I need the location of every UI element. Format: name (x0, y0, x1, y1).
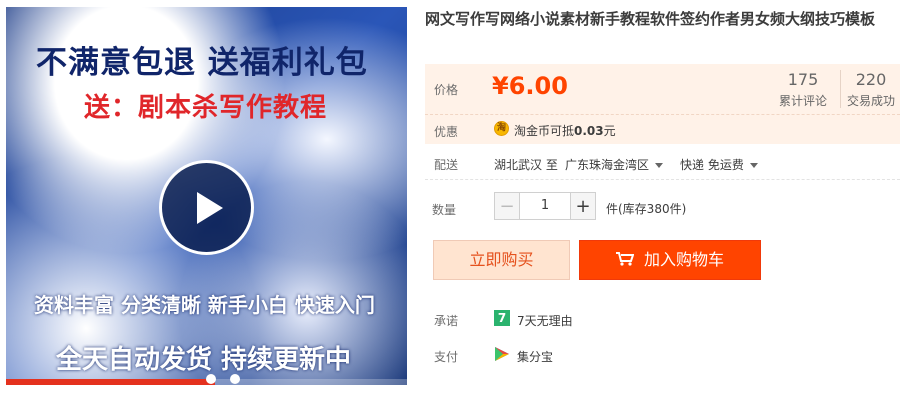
seven-day-return-icon: 7 (494, 310, 510, 326)
progress-dot[interactable] (206, 374, 216, 384)
video-caption-4: 全天自动发货 持续更新中 (56, 345, 352, 375)
stock-text: 件(库存380件) (606, 202, 687, 216)
price-value: ¥6.00 (492, 72, 568, 100)
add-to-cart-label: 加入购物车 (643, 250, 724, 269)
play-icon[interactable] (159, 160, 254, 255)
review-count[interactable]: 175 累计评论 (769, 70, 837, 109)
increase-button[interactable]: + (570, 192, 596, 220)
product-title: 网文写作写网络小说素材新手教程软件签约作者男女频大纲技巧模板 (425, 10, 876, 28)
video-caption-3: 资料丰富 分类清晰 新手小白 快速入门 (34, 293, 375, 317)
video-caption-1: 不满意包退 送福利礼包 (36, 45, 368, 81)
price-panel: 价格 ¥6.00 175 累计评论 220 交易成功 (425, 64, 900, 114)
jifenbao-icon (495, 347, 509, 361)
divider (840, 70, 841, 108)
quantity-label: 数量 (432, 203, 457, 217)
payment-text[interactable]: 集分宝 (517, 348, 553, 365)
quantity-input[interactable]: 1 (520, 192, 570, 220)
promotion-row: 优惠 淘 淘金币可抵0.03元 (425, 114, 900, 144)
product-detail: 不满意包退 送福利礼包 送：剧本杀写作教程 资料丰富 分类清晰 新手小白 快速入… (0, 0, 901, 405)
shipping-row: 配送 湖北武汉 至 广东珠海金湾区 快递 免运费 (425, 148, 900, 180)
promise-label: 承诺 (434, 314, 459, 328)
promise-text[interactable]: 7天无理由 (517, 312, 573, 329)
chevron-down-icon (749, 163, 758, 168)
add-to-cart-button[interactable]: 加入购物车 (579, 240, 761, 280)
ship-from: 湖北武汉 至 (494, 158, 558, 172)
promo-text: 淘金币可抵0.03元 (514, 124, 616, 138)
video-caption-2: 送：剧本杀写作教程 (84, 93, 328, 123)
video-progress-handles (206, 374, 240, 384)
taojinbi-coin-icon: 淘 (494, 121, 509, 136)
payment-label: 支付 (434, 350, 459, 364)
cart-icon (615, 251, 634, 266)
shipping-label: 配送 (434, 158, 459, 172)
quantity-stepper: − 1 + (494, 192, 596, 220)
promo-label: 优惠 (434, 125, 459, 139)
video-progress-fill (6, 379, 215, 385)
decrease-button[interactable]: − (494, 192, 520, 220)
shipping-method-selector[interactable]: 快递 免运费 (680, 156, 758, 173)
sales-count: 220 交易成功 (846, 70, 895, 108)
ship-to-selector[interactable]: 广东珠海金湾区 (565, 156, 664, 173)
product-video[interactable]: 不满意包退 送福利礼包 送：剧本杀写作教程 资料丰富 分类清晰 新手小白 快速入… (6, 7, 407, 385)
price-label: 价格 (434, 83, 459, 97)
chevron-down-icon (655, 163, 664, 168)
buy-now-button[interactable]: 立即购买 (433, 240, 570, 280)
progress-dot[interactable] (230, 374, 240, 384)
